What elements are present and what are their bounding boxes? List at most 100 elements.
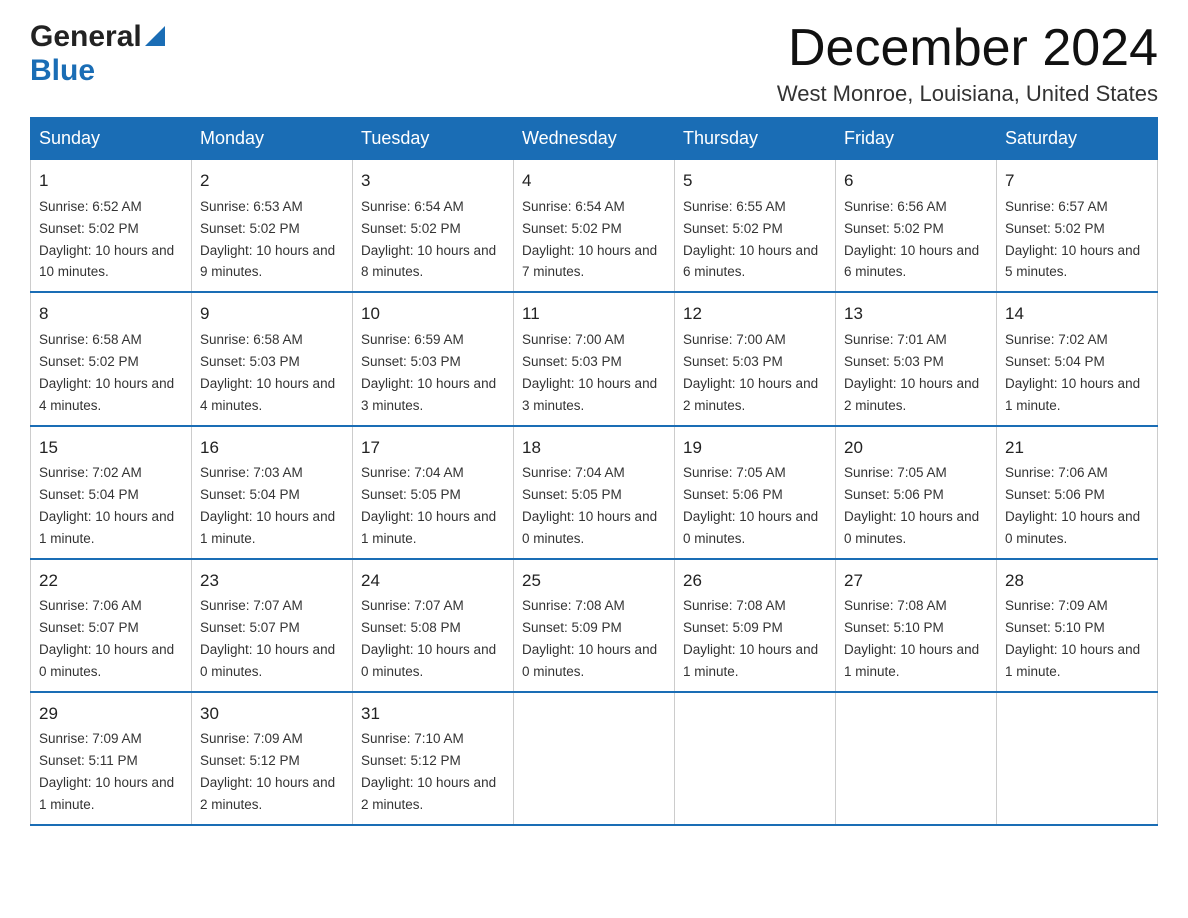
weekday-header-monday: Monday	[192, 118, 353, 160]
weekday-header-saturday: Saturday	[997, 118, 1158, 160]
weekday-header-sunday: Sunday	[31, 118, 192, 160]
day-number: 23	[200, 568, 344, 594]
day-info: Sunrise: 6:56 AMSunset: 5:02 PMDaylight:…	[844, 199, 979, 280]
day-info: Sunrise: 7:01 AMSunset: 5:03 PMDaylight:…	[844, 332, 979, 413]
day-info: Sunrise: 7:09 AMSunset: 5:11 PMDaylight:…	[39, 731, 174, 812]
day-number: 28	[1005, 568, 1149, 594]
calendar-cell: 8 Sunrise: 6:58 AMSunset: 5:02 PMDayligh…	[31, 292, 192, 425]
title-section: December 2024 West Monroe, Louisiana, Un…	[777, 20, 1158, 107]
calendar-week-5: 29 Sunrise: 7:09 AMSunset: 5:11 PMDaylig…	[31, 692, 1158, 825]
day-info: Sunrise: 6:54 AMSunset: 5:02 PMDaylight:…	[522, 199, 657, 280]
calendar-cell: 15 Sunrise: 7:02 AMSunset: 5:04 PMDaylig…	[31, 426, 192, 559]
calendar-cell	[675, 692, 836, 825]
day-info: Sunrise: 7:08 AMSunset: 5:09 PMDaylight:…	[683, 598, 818, 679]
calendar-cell: 14 Sunrise: 7:02 AMSunset: 5:04 PMDaylig…	[997, 292, 1158, 425]
calendar-cell: 11 Sunrise: 7:00 AMSunset: 5:03 PMDaylig…	[514, 292, 675, 425]
calendar-cell: 1 Sunrise: 6:52 AMSunset: 5:02 PMDayligh…	[31, 160, 192, 293]
calendar-week-3: 15 Sunrise: 7:02 AMSunset: 5:04 PMDaylig…	[31, 426, 1158, 559]
day-number: 30	[200, 701, 344, 727]
calendar-cell	[836, 692, 997, 825]
location-title: West Monroe, Louisiana, United States	[777, 81, 1158, 107]
day-info: Sunrise: 7:09 AMSunset: 5:10 PMDaylight:…	[1005, 598, 1140, 679]
day-info: Sunrise: 6:58 AMSunset: 5:03 PMDaylight:…	[200, 332, 335, 413]
calendar-cell: 5 Sunrise: 6:55 AMSunset: 5:02 PMDayligh…	[675, 160, 836, 293]
day-info: Sunrise: 7:03 AMSunset: 5:04 PMDaylight:…	[200, 465, 335, 546]
calendar-cell: 25 Sunrise: 7:08 AMSunset: 5:09 PMDaylig…	[514, 559, 675, 692]
day-number: 6	[844, 168, 988, 194]
day-info: Sunrise: 6:54 AMSunset: 5:02 PMDaylight:…	[361, 199, 496, 280]
day-info: Sunrise: 7:04 AMSunset: 5:05 PMDaylight:…	[522, 465, 657, 546]
calendar-cell: 6 Sunrise: 6:56 AMSunset: 5:02 PMDayligh…	[836, 160, 997, 293]
day-info: Sunrise: 6:52 AMSunset: 5:02 PMDaylight:…	[39, 199, 174, 280]
calendar-cell: 29 Sunrise: 7:09 AMSunset: 5:11 PMDaylig…	[31, 692, 192, 825]
day-number: 22	[39, 568, 183, 594]
day-number: 29	[39, 701, 183, 727]
day-number: 16	[200, 435, 344, 461]
day-number: 24	[361, 568, 505, 594]
logo: General Blue	[30, 20, 165, 88]
day-info: Sunrise: 7:06 AMSunset: 5:06 PMDaylight:…	[1005, 465, 1140, 546]
day-number: 19	[683, 435, 827, 461]
day-info: Sunrise: 6:59 AMSunset: 5:03 PMDaylight:…	[361, 332, 496, 413]
calendar-week-2: 8 Sunrise: 6:58 AMSunset: 5:02 PMDayligh…	[31, 292, 1158, 425]
calendar-cell	[514, 692, 675, 825]
day-info: Sunrise: 7:07 AMSunset: 5:07 PMDaylight:…	[200, 598, 335, 679]
calendar-cell: 19 Sunrise: 7:05 AMSunset: 5:06 PMDaylig…	[675, 426, 836, 559]
calendar-cell: 22 Sunrise: 7:06 AMSunset: 5:07 PMDaylig…	[31, 559, 192, 692]
weekday-header-wednesday: Wednesday	[514, 118, 675, 160]
calendar-cell: 18 Sunrise: 7:04 AMSunset: 5:05 PMDaylig…	[514, 426, 675, 559]
day-number: 12	[683, 301, 827, 327]
day-number: 8	[39, 301, 183, 327]
calendar-cell: 28 Sunrise: 7:09 AMSunset: 5:10 PMDaylig…	[997, 559, 1158, 692]
calendar-cell: 4 Sunrise: 6:54 AMSunset: 5:02 PMDayligh…	[514, 160, 675, 293]
calendar-cell: 13 Sunrise: 7:01 AMSunset: 5:03 PMDaylig…	[836, 292, 997, 425]
day-number: 26	[683, 568, 827, 594]
day-info: Sunrise: 7:07 AMSunset: 5:08 PMDaylight:…	[361, 598, 496, 679]
day-number: 10	[361, 301, 505, 327]
weekday-header-thursday: Thursday	[675, 118, 836, 160]
day-info: Sunrise: 7:05 AMSunset: 5:06 PMDaylight:…	[844, 465, 979, 546]
calendar-cell: 3 Sunrise: 6:54 AMSunset: 5:02 PMDayligh…	[353, 160, 514, 293]
day-number: 25	[522, 568, 666, 594]
day-number: 11	[522, 301, 666, 327]
day-info: Sunrise: 7:00 AMSunset: 5:03 PMDaylight:…	[522, 332, 657, 413]
day-number: 20	[844, 435, 988, 461]
calendar-cell: 31 Sunrise: 7:10 AMSunset: 5:12 PMDaylig…	[353, 692, 514, 825]
day-number: 15	[39, 435, 183, 461]
calendar-cell: 21 Sunrise: 7:06 AMSunset: 5:06 PMDaylig…	[997, 426, 1158, 559]
day-number: 3	[361, 168, 505, 194]
calendar-week-4: 22 Sunrise: 7:06 AMSunset: 5:07 PMDaylig…	[31, 559, 1158, 692]
calendar-cell: 24 Sunrise: 7:07 AMSunset: 5:08 PMDaylig…	[353, 559, 514, 692]
calendar-cell: 12 Sunrise: 7:00 AMSunset: 5:03 PMDaylig…	[675, 292, 836, 425]
day-number: 27	[844, 568, 988, 594]
day-number: 21	[1005, 435, 1149, 461]
day-number: 7	[1005, 168, 1149, 194]
calendar-cell: 20 Sunrise: 7:05 AMSunset: 5:06 PMDaylig…	[836, 426, 997, 559]
day-info: Sunrise: 6:53 AMSunset: 5:02 PMDaylight:…	[200, 199, 335, 280]
day-number: 9	[200, 301, 344, 327]
day-info: Sunrise: 7:04 AMSunset: 5:05 PMDaylight:…	[361, 465, 496, 546]
day-info: Sunrise: 7:00 AMSunset: 5:03 PMDaylight:…	[683, 332, 818, 413]
calendar-cell: 7 Sunrise: 6:57 AMSunset: 5:02 PMDayligh…	[997, 160, 1158, 293]
day-info: Sunrise: 6:58 AMSunset: 5:02 PMDaylight:…	[39, 332, 174, 413]
day-info: Sunrise: 7:08 AMSunset: 5:09 PMDaylight:…	[522, 598, 657, 679]
day-info: Sunrise: 7:05 AMSunset: 5:06 PMDaylight:…	[683, 465, 818, 546]
calendar-cell: 2 Sunrise: 6:53 AMSunset: 5:02 PMDayligh…	[192, 160, 353, 293]
page-header: General Blue December 2024 West Monroe, …	[30, 20, 1158, 107]
day-info: Sunrise: 6:57 AMSunset: 5:02 PMDaylight:…	[1005, 199, 1140, 280]
day-number: 17	[361, 435, 505, 461]
weekday-header-friday: Friday	[836, 118, 997, 160]
calendar-week-1: 1 Sunrise: 6:52 AMSunset: 5:02 PMDayligh…	[31, 160, 1158, 293]
month-title: December 2024	[777, 20, 1158, 77]
calendar-cell: 27 Sunrise: 7:08 AMSunset: 5:10 PMDaylig…	[836, 559, 997, 692]
day-info: Sunrise: 7:10 AMSunset: 5:12 PMDaylight:…	[361, 731, 496, 812]
calendar-cell: 16 Sunrise: 7:03 AMSunset: 5:04 PMDaylig…	[192, 426, 353, 559]
day-number: 31	[361, 701, 505, 727]
calendar-cell: 10 Sunrise: 6:59 AMSunset: 5:03 PMDaylig…	[353, 292, 514, 425]
day-info: Sunrise: 7:02 AMSunset: 5:04 PMDaylight:…	[1005, 332, 1140, 413]
calendar-cell: 26 Sunrise: 7:08 AMSunset: 5:09 PMDaylig…	[675, 559, 836, 692]
logo-blue: Blue	[30, 54, 95, 87]
day-info: Sunrise: 7:02 AMSunset: 5:04 PMDaylight:…	[39, 465, 174, 546]
logo-general: General	[30, 20, 142, 54]
day-info: Sunrise: 6:55 AMSunset: 5:02 PMDaylight:…	[683, 199, 818, 280]
